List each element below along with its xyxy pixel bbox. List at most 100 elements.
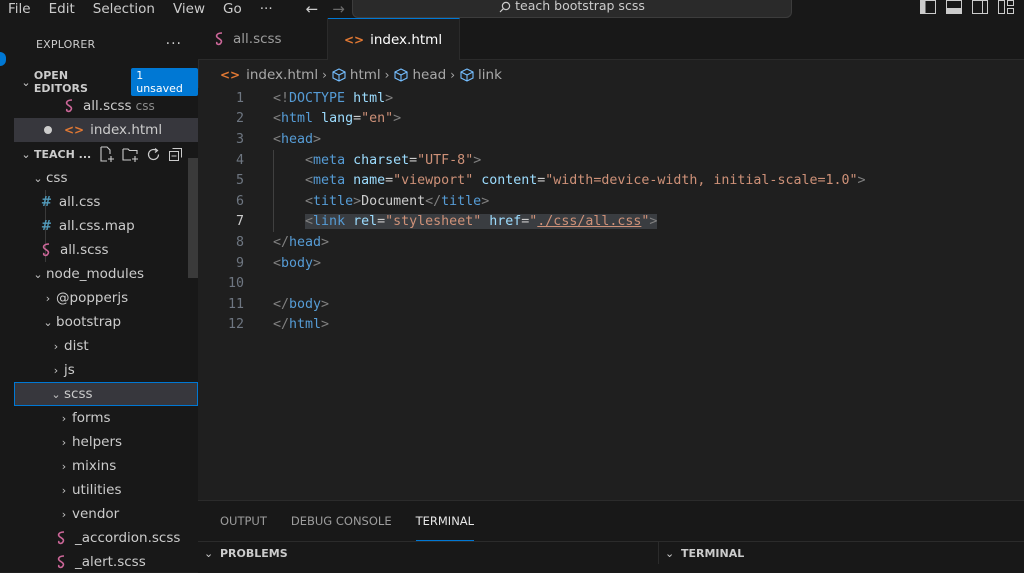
- code-line[interactable]: 3 <head>: [198, 129, 1024, 150]
- code-text: <title>Document</title>: [305, 193, 490, 209]
- open-editor-item[interactable]: all.scss css: [14, 94, 198, 118]
- editor-tabs: all.scss <> index.html: [198, 18, 1024, 60]
- tree-item-label: _alert.scss: [75, 554, 146, 570]
- sass-icon: [42, 243, 50, 257]
- title-bar: File Edit Selection View Go ··· ← → teac…: [0, 0, 1024, 18]
- code-line[interactable]: 4 <meta charset="UTF-8">: [198, 150, 1024, 171]
- toggle-secondary-sidebar-icon[interactable]: [972, 0, 988, 14]
- line-number: 6: [235, 193, 244, 209]
- code-editor[interactable]: 1 <!DOCTYPE html> 2 <html lang="en"> 3 <…: [198, 88, 1024, 500]
- breadcrumb-head[interactable]: head: [394, 67, 446, 83]
- tree-folder-scss[interactable]: ⌄ scss: [14, 382, 198, 406]
- breadcrumb-file[interactable]: <> index.html: [220, 67, 318, 83]
- workspace-header[interactable]: ⌄ TEACH ...: [14, 142, 198, 166]
- tree-item-label: _accordion.scss: [75, 530, 181, 546]
- sidebar-scrollbar[interactable]: [188, 158, 198, 278]
- tab-output[interactable]: OUTPUT: [220, 501, 267, 541]
- tree-folder-bootstrap[interactable]: ⌄ bootstrap: [14, 310, 198, 334]
- menu-selection[interactable]: Selection: [84, 2, 164, 16]
- code-line[interactable]: 2 <html lang="en">: [198, 109, 1024, 130]
- open-editor-item-active[interactable]: <> index.html: [14, 118, 198, 142]
- code-line[interactable]: 8 </head>: [198, 232, 1024, 253]
- tab-debug-console[interactable]: DEBUG CONSOLE: [291, 501, 392, 541]
- tree-item-label: forms: [72, 410, 111, 426]
- menu-view[interactable]: View: [164, 2, 214, 16]
- tree-folder-node-modules[interactable]: ⌄ node_modules: [14, 262, 198, 286]
- html-icon: <>: [344, 32, 365, 47]
- code-line-current[interactable]: 7 <link rel="stylesheet" href="./css/all…: [198, 212, 1024, 233]
- line-number: 11: [227, 296, 244, 312]
- breadcrumb: <> index.html › html › head › link: [198, 60, 1024, 90]
- code-line[interactable]: 9 <body>: [198, 253, 1024, 274]
- tree-folder-js[interactable]: › js: [14, 358, 198, 382]
- tree-item-label: css: [46, 170, 68, 186]
- tree-file-accordion[interactable]: _accordion.scss: [14, 526, 198, 550]
- tree-folder-vendor[interactable]: › vendor: [14, 502, 198, 526]
- cube-icon: [394, 68, 409, 82]
- menu-bar: File Edit Selection View Go ···: [0, 0, 282, 18]
- new-folder-icon[interactable]: [122, 146, 139, 162]
- chevron-right-icon: ›: [45, 291, 51, 305]
- history-navigation: ← →: [306, 0, 345, 18]
- tree-folder-css[interactable]: ⌄ css: [14, 166, 198, 190]
- back-arrow-icon[interactable]: ←: [306, 0, 319, 18]
- menu-more[interactable]: ···: [251, 2, 282, 16]
- chevron-right-icon: ›: [61, 507, 67, 521]
- collapse-all-icon[interactable]: [168, 147, 183, 162]
- code-text: <meta charset="UTF-8">: [305, 152, 482, 168]
- toggle-primary-sidebar-icon[interactable]: [920, 0, 936, 14]
- chevron-down-icon: ⌄: [43, 315, 53, 329]
- bottom-panel: OUTPUT DEBUG CONSOLE TERMINAL ⌄ PROBLEMS…: [198, 500, 1024, 573]
- code-line[interactable]: 12 </html>: [198, 315, 1024, 336]
- html-icon: <>: [64, 123, 85, 137]
- customize-layout-icon[interactable]: [998, 0, 1014, 14]
- cube-icon: [460, 68, 474, 82]
- sass-icon: [215, 31, 223, 45]
- code-line[interactable]: 10: [198, 273, 1024, 294]
- explorer-activity-indicator[interactable]: [0, 52, 6, 66]
- panel-tabs: OUTPUT DEBUG CONSOLE TERMINAL: [198, 501, 1024, 541]
- chevron-down-icon: ⌄: [33, 171, 43, 185]
- tree-folder-utilities[interactable]: › utilities: [14, 478, 198, 502]
- tree-file-all-css[interactable]: # all.css: [14, 190, 198, 214]
- line-number: 7: [235, 214, 244, 230]
- tree-folder-helpers[interactable]: › helpers: [14, 430, 198, 454]
- tab-all-scss[interactable]: all.scss: [198, 18, 328, 59]
- more-actions-icon[interactable]: ···: [166, 36, 182, 52]
- open-editors-header[interactable]: ⌄ OPEN EDITORS 1 unsaved: [14, 68, 198, 96]
- tab-index-html[interactable]: <> index.html: [328, 18, 460, 60]
- line-number: 9: [235, 255, 244, 271]
- terminal-section-header[interactable]: ⌄ TERMINAL: [658, 542, 744, 564]
- tree-folder-forms[interactable]: › forms: [14, 406, 198, 430]
- code-line[interactable]: 5 <meta name="viewport" content="width=d…: [198, 170, 1024, 191]
- panel-sections: ⌄ PROBLEMS ⌄ TERMINAL: [198, 541, 1024, 564]
- section-label: PROBLEMS: [220, 546, 288, 560]
- command-center[interactable]: teach bootstrap scss: [352, 0, 792, 18]
- menu-edit[interactable]: Edit: [40, 2, 84, 16]
- breadcrumb-html[interactable]: html: [332, 67, 381, 83]
- tree-folder-popperjs[interactable]: › @popperjs: [14, 286, 198, 310]
- tree-folder-dist[interactable]: › dist: [14, 334, 198, 358]
- code-line[interactable]: 6 <title>Document</title>: [198, 191, 1024, 212]
- code-line[interactable]: 1 <!DOCTYPE html>: [198, 88, 1024, 109]
- tree-file-all-css-map[interactable]: # all.css.map: [14, 214, 198, 238]
- forward-arrow-icon[interactable]: →: [332, 0, 345, 18]
- open-editor-label: all.scss: [83, 98, 132, 114]
- breadcrumb-link[interactable]: link: [460, 67, 502, 83]
- problems-section-header[interactable]: ⌄ PROBLEMS: [198, 542, 658, 564]
- unsaved-dot-icon[interactable]: [44, 126, 52, 134]
- tree-file-alert[interactable]: _alert.scss: [14, 550, 198, 572]
- open-editor-label: index.html: [90, 122, 163, 138]
- tree-folder-mixins[interactable]: › mixins: [14, 454, 198, 478]
- tab-terminal[interactable]: TERMINAL: [415, 501, 475, 541]
- code-text: </html>: [273, 317, 330, 333]
- tree-file-all-scss[interactable]: all.scss: [14, 238, 198, 262]
- menu-go[interactable]: Go: [214, 2, 251, 16]
- toggle-panel-icon[interactable]: [946, 0, 962, 14]
- code-line[interactable]: 11 </body>: [198, 294, 1024, 315]
- refresh-icon[interactable]: [146, 147, 161, 162]
- menu-file[interactable]: File: [0, 2, 40, 16]
- line-number: 12: [227, 317, 244, 333]
- tree-item-label: dist: [64, 338, 89, 354]
- new-file-icon[interactable]: [99, 146, 115, 162]
